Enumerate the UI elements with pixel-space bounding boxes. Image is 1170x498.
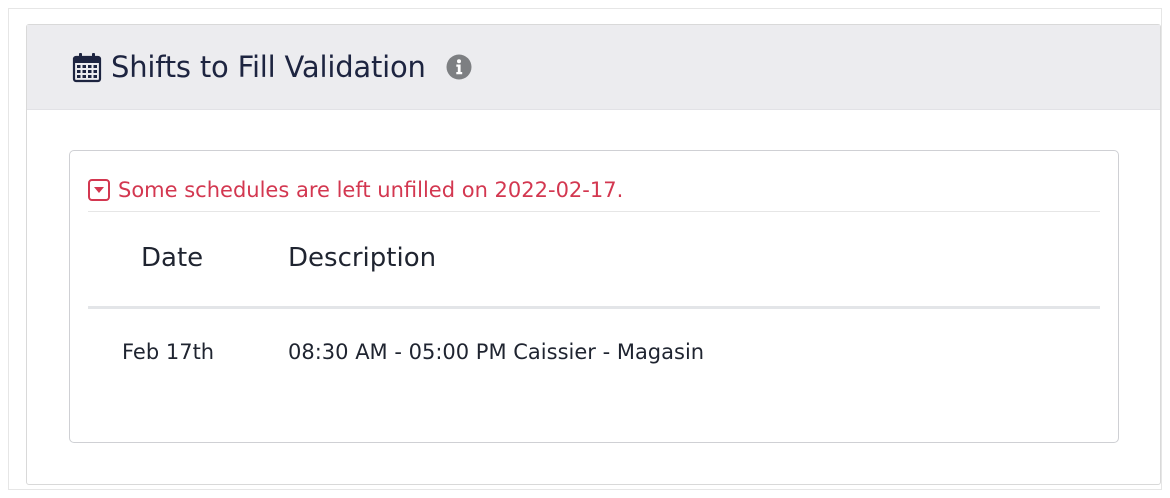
caret-square-down-icon[interactable] (88, 179, 110, 201)
row-description: 08:30 AM - 05:00 PM Caissier - Magasin (288, 340, 705, 364)
divider (88, 211, 1100, 212)
panel-title: Shifts to Fill Validation (111, 50, 426, 84)
shifts-validation-panel: Shifts to Fill Validation Some schedules… (26, 24, 1161, 485)
calendar-icon (71, 51, 103, 83)
unfilled-alert[interactable]: Some schedules are left unfilled on 2022… (88, 178, 623, 202)
validation-card: Some schedules are left unfilled on 2022… (69, 150, 1119, 443)
column-header-description: Description (288, 243, 437, 273)
info-icon[interactable] (446, 54, 472, 80)
panel-header: Shifts to Fill Validation (27, 25, 1160, 110)
table-header-divider (88, 306, 1100, 309)
column-header-date: Date (141, 243, 204, 273)
row-date: Feb 17th (122, 340, 215, 364)
outer-frame: Shifts to Fill Validation Some schedules… (8, 8, 1162, 490)
alert-message: Some schedules are left unfilled on 2022… (118, 178, 624, 202)
